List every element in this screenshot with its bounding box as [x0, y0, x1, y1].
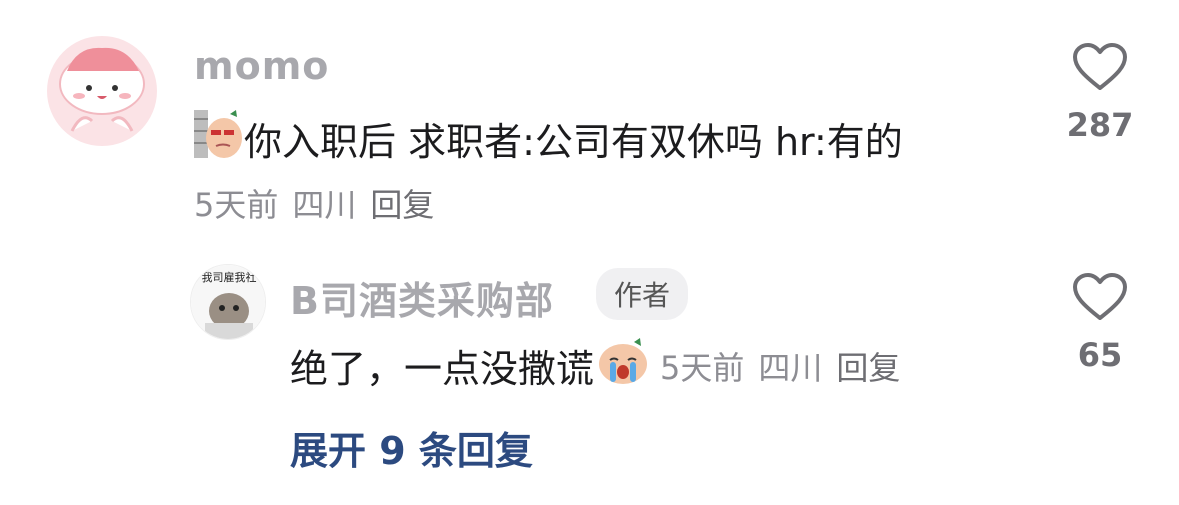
heart-icon[interactable]	[1072, 42, 1128, 96]
reply-row: 绝了，一点没撒谎 5天前 四川 回复	[290, 336, 900, 395]
comment-text: 你入职后 求职者:公司有双休吗 hr:有的	[194, 108, 903, 169]
like-count: 287	[1066, 106, 1134, 144]
reply-time: 5天前	[660, 348, 745, 387]
avatar-text: 我司雇我社	[202, 270, 257, 284]
reply-like-button[interactable]: 65	[1045, 272, 1155, 374]
reply-button[interactable]: 回复	[370, 180, 434, 226]
comment-meta: 5天前 四川 回复	[194, 180, 434, 226]
comment-username[interactable]: momo	[194, 44, 329, 88]
reply-avatar[interactable]: 我司雇我社	[190, 264, 266, 340]
comment-location: 四川	[292, 186, 357, 224]
crying-emoji-icon	[596, 336, 650, 395]
reply-location: 四川	[758, 348, 823, 387]
wall-peek-emoji-icon	[194, 108, 244, 169]
reply-username[interactable]: B司酒类采购部	[290, 270, 554, 325]
reply-meta: 5天前 四川 回复	[660, 343, 900, 389]
comment-time: 5天前	[194, 186, 279, 224]
avatar[interactable]	[47, 36, 157, 146]
author-badge: 作者	[596, 268, 689, 320]
reply-text: 绝了，一点没撒谎	[290, 347, 595, 391]
like-button[interactable]: 287	[1045, 42, 1155, 144]
heart-icon[interactable]	[1072, 272, 1128, 326]
expand-replies-button[interactable]: 展开 9 条回复	[290, 420, 533, 475]
reply-reply-button[interactable]: 回复	[836, 343, 900, 389]
reply-like-count: 65	[1077, 336, 1123, 374]
